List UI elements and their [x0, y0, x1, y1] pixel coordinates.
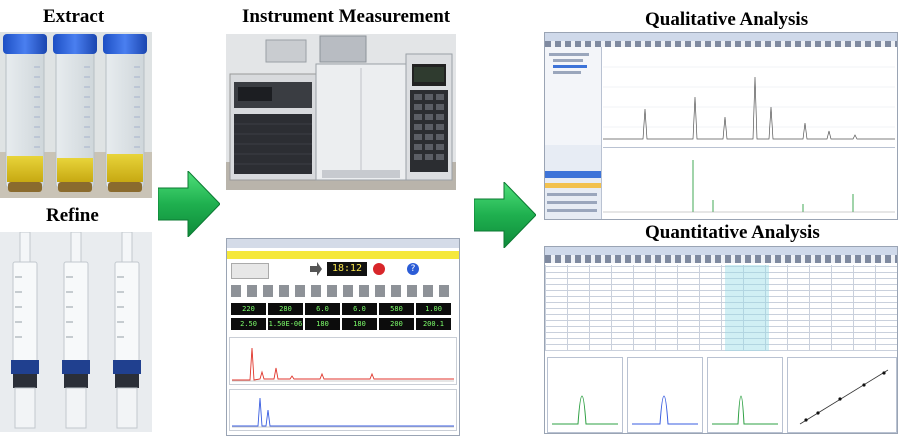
refine-syringes-photo	[0, 232, 152, 432]
right-arrow-icon	[158, 171, 220, 237]
extract-label: Extract	[43, 6, 105, 27]
readout-value: 180	[305, 318, 340, 330]
readout-grid: 220 280 6.0 6.0 580 1.00 2.50 1.50E-06 180 180 200…	[231, 303, 455, 333]
toolbar	[545, 255, 897, 263]
calibration-curve	[787, 357, 897, 433]
instrument-status	[231, 263, 269, 279]
method-toolbar	[227, 251, 459, 259]
right-arrow-icon	[310, 262, 322, 276]
window-titlebar	[227, 239, 459, 248]
tic-panel	[229, 337, 457, 385]
quantitation-results-table	[545, 265, 897, 351]
tic-chromatogram	[603, 47, 895, 145]
readout-value: 2.50	[231, 318, 266, 330]
window-titlebar	[545, 247, 897, 255]
quantitative-analysis-label: Quantitative Analysis	[645, 222, 820, 243]
instrument-measurement-label: Instrument Measurement	[242, 6, 451, 27]
readout-value: 280	[268, 303, 303, 315]
readout-value: 200.1	[416, 318, 451, 330]
extract-tubes-photo	[0, 32, 152, 198]
instrument-software-screenshot: 18:12 ? 220 280 6.0 6.0 580 1.00 2.50 1.50E-06 1…	[226, 238, 460, 436]
run-timer: 18:12	[327, 262, 367, 276]
peak-panel-2	[627, 357, 703, 433]
nav-panel	[545, 145, 602, 219]
tube-1	[3, 34, 47, 192]
stop-icon	[373, 263, 385, 275]
readout-value: 1.50E-06	[268, 318, 303, 330]
refine-label: Refine	[46, 205, 99, 226]
qualitative-analysis-label: Qualitative Analysis	[645, 9, 809, 30]
readout-value: 200	[379, 318, 414, 330]
module-icon-strip	[231, 285, 455, 297]
gc-ms-instrument-photo	[226, 34, 456, 190]
readout-value: 6.0	[305, 303, 340, 315]
peak-panel-3	[707, 357, 783, 433]
sim-panel	[229, 389, 457, 431]
help-icon: ?	[407, 263, 419, 275]
window-titlebar	[545, 33, 897, 41]
data-tree	[545, 47, 602, 145]
readout-value: 180	[342, 318, 377, 330]
readout-value: 1.00	[416, 303, 451, 315]
qualitative-software-screenshot	[544, 32, 898, 220]
readout-value: 6.0	[342, 303, 377, 315]
right-arrow-icon	[474, 182, 536, 248]
readout-value: 220	[231, 303, 266, 315]
readout-value: 580	[379, 303, 414, 315]
quantitative-software-screenshot	[544, 246, 898, 434]
tube-2	[53, 34, 97, 192]
tube-3	[103, 34, 147, 192]
peak-panel-1	[547, 357, 623, 433]
mass-spectrum	[603, 147, 895, 218]
